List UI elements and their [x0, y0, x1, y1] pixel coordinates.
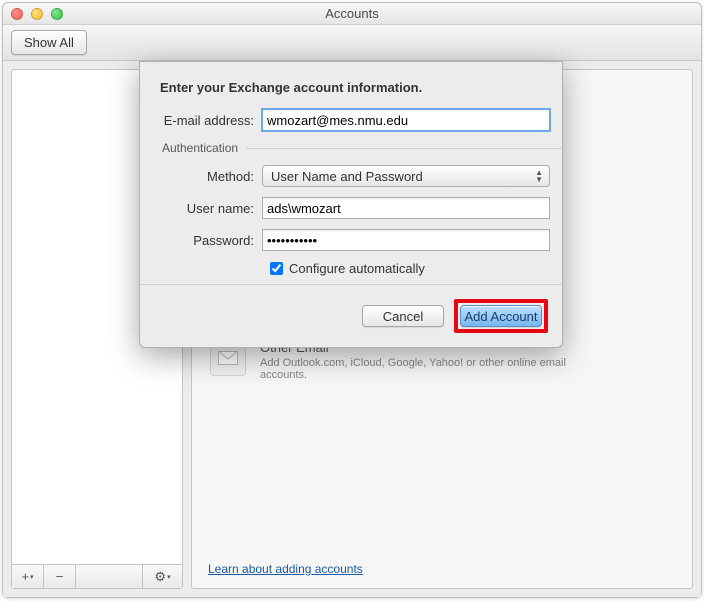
password-label: Password:: [152, 233, 262, 248]
password-row: Password:: [140, 229, 562, 251]
highlight-frame: Add Account: [454, 299, 548, 333]
modal-divider: [140, 284, 562, 285]
modal-actions: Cancel Add Account: [140, 299, 562, 333]
minus-icon: −: [56, 569, 64, 584]
settings-menu-button[interactable]: ⚙ ▾: [142, 565, 182, 588]
method-label: Method:: [152, 169, 262, 184]
username-input[interactable]: [262, 197, 550, 219]
divider-line: [246, 148, 562, 149]
add-account-button[interactable]: Add Account: [460, 305, 542, 327]
titlebar: Accounts: [3, 3, 701, 25]
accounts-window: Accounts Show All + ▾ − ⚙ ▾: [2, 2, 702, 598]
toolbar: Show All: [3, 25, 701, 61]
password-input[interactable]: [262, 229, 550, 251]
configure-row: Configure automatically: [270, 261, 562, 276]
email-input[interactable]: [262, 109, 550, 131]
show-all-button[interactable]: Show All: [11, 30, 87, 55]
cancel-button[interactable]: Cancel: [362, 305, 444, 327]
configure-checkbox[interactable]: [270, 262, 283, 275]
learn-link[interactable]: Learn about adding accounts: [208, 562, 363, 576]
method-row: Method: User Name and Password ▲▼: [140, 165, 562, 187]
email-row: E-mail address:: [140, 109, 562, 131]
modal-heading: Enter your Exchange account information.: [160, 80, 542, 95]
chevron-down-icon: ▾: [167, 573, 171, 581]
email-label: E-mail address:: [152, 113, 262, 128]
other-email-desc: Add Outlook.com, iCloud, Google, Yahoo! …: [260, 357, 610, 381]
remove-account-button[interactable]: −: [44, 565, 76, 588]
authentication-section: Authentication: [140, 141, 562, 155]
method-select[interactable]: User Name and Password ▲▼: [262, 165, 550, 187]
username-row: User name:: [140, 197, 562, 219]
gear-icon: ⚙: [154, 569, 166, 585]
updown-icon: ▲▼: [535, 169, 543, 183]
window-title: Accounts: [3, 6, 701, 21]
plus-icon: +: [21, 569, 29, 584]
sidebar-footer: + ▾ − ⚙ ▾: [12, 564, 182, 588]
authentication-label: Authentication: [162, 141, 238, 155]
username-label: User name:: [152, 201, 262, 216]
chevron-down-icon: ▾: [30, 573, 34, 581]
configure-label: Configure automatically: [289, 261, 425, 276]
add-account-button[interactable]: + ▾: [12, 565, 44, 588]
exchange-setup-sheet: Enter your Exchange account information.…: [139, 61, 563, 348]
method-value: User Name and Password: [271, 169, 423, 184]
